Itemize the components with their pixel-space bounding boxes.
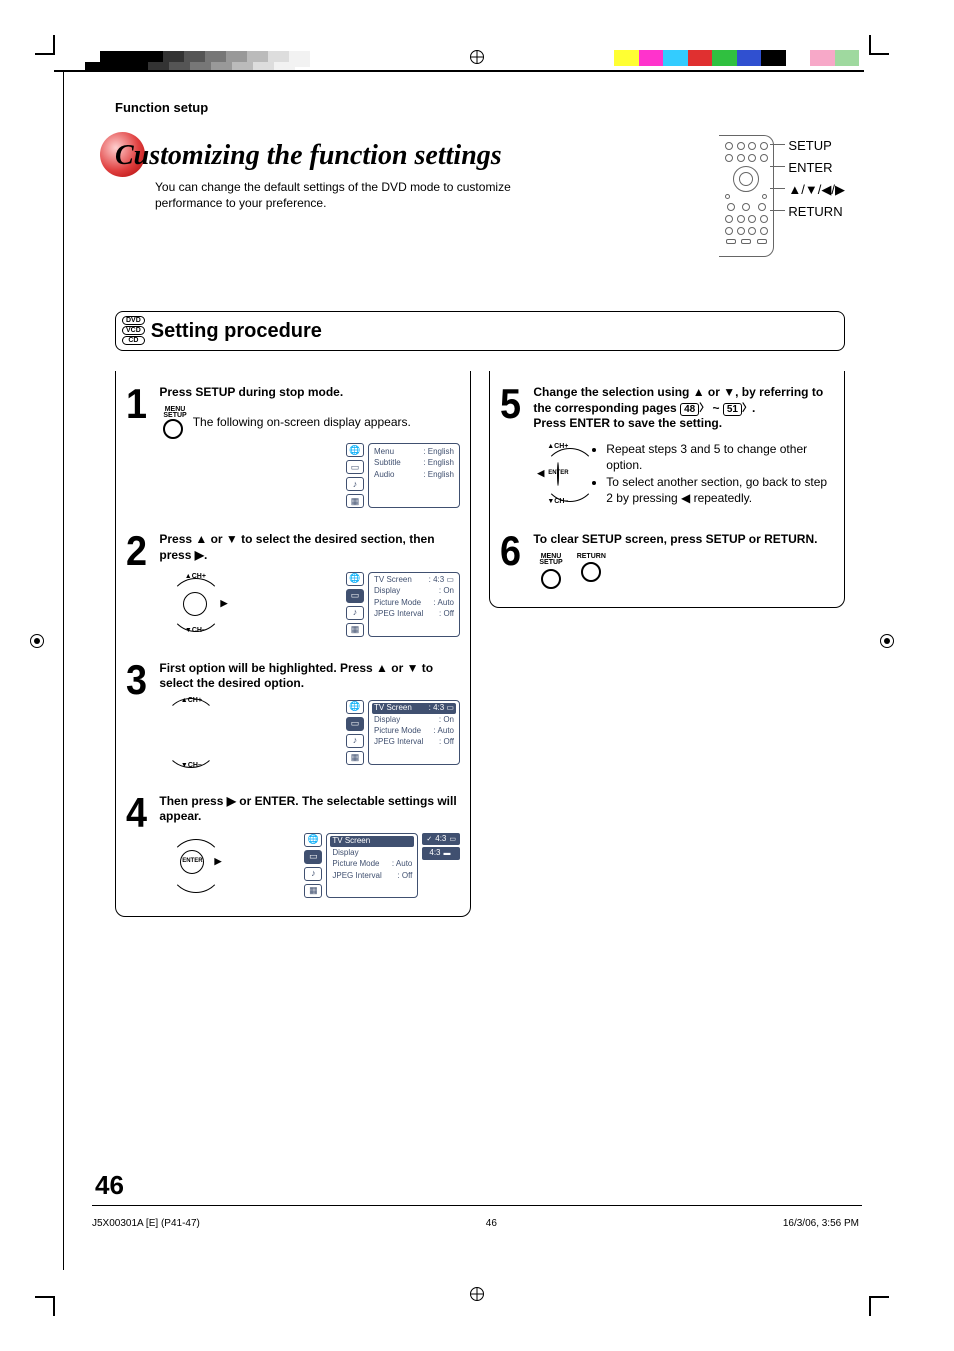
page-number: 46 [95,1170,124,1201]
dpad-down-icon: ▼CH– [161,742,221,768]
registration-dot-icon [30,634,44,648]
dpad-icon: ▲CH+ ENTER ◀ ▼CH– [539,444,576,504]
picture-icon: ▭ [346,717,364,731]
picture-icon: ▭ [346,589,364,603]
button-label: MENU SETUP [163,407,186,420]
step-number: 3 [126,661,147,770]
step-lead: Press ▲ or ▼ to select the desired secti… [159,532,460,563]
parental-icon: ▦ [346,494,364,508]
step-lead: Then press ▶ or ENTER. The selectable se… [159,794,460,825]
picture-icon: ▭ [304,850,322,864]
setup-button-icon [163,419,183,439]
audio-icon: ♪ [346,734,364,748]
button-label: MENU SETUP [539,554,562,567]
step-lead: Press SETUP during stop mode. [159,385,460,401]
globe-icon: 🌐 [346,443,364,457]
parental-icon: ▦ [304,884,322,898]
footer-right: 16/3/06, 3:56 PM [783,1218,859,1229]
registration-mark-icon [470,50,484,64]
osd-menu: 🌐 ▭ ♪ ▦ TV Screen: 4:3 ▭Display: OnPictu… [346,572,460,637]
footer-center: 46 [486,1218,497,1229]
picture-icon: ▭ [346,460,364,474]
step-number: 1 [126,385,147,508]
button-label: RETURN [577,554,606,560]
registration-dot-icon [880,634,894,648]
dpad-icon: ▲CH+ ▶ ▼CH– [165,574,225,634]
step-number: 4 [126,794,147,898]
section-label: Function setup [115,100,845,115]
registration-mark-icon [470,1287,484,1301]
step-number: 2 [126,532,147,636]
parental-icon: ▦ [346,751,364,765]
footer-left: J5X00301A [E] (P41-47) [92,1218,200,1229]
osd-menu: 🌐 ▭ ♪ ▦ Menu: EnglishSubtitle: EnglishAu… [346,443,460,508]
step-lead: To clear SETUP screen, press SETUP or RE… [533,532,834,548]
dpad-enter-icon: ENTER ▶ [165,835,219,889]
step-body: The following on-screen display appears. [193,415,411,431]
audio-icon: ♪ [304,867,322,881]
remote-label-arrows: ▲/▼/◀/▶ [788,179,845,201]
globe-icon: 🌐 [346,572,364,586]
page-subtitle: You can change the default settings of t… [155,180,555,211]
step-note: Repeat steps 3 and 5 to change other opt… [606,442,834,473]
step-lead: Change the selection using ▲ or ▼, by re… [533,385,834,432]
bottom-rule [92,1205,862,1206]
osd-menu: 🌐 ▭ ♪ ▦ TV Screen: 4:3 ▭Display: OnPictu… [346,700,460,765]
remote-label-return: RETURN [788,201,845,223]
return-button-icon [581,562,601,582]
osd-menu: 🌐 ▭ ♪ ▦ TV ScreenDisplayPicture Mode: Au… [304,833,460,898]
step-number: 6 [500,532,521,588]
procedure-heading: Setting procedure [151,320,322,343]
color-bar [614,50,859,66]
globe-icon: 🌐 [346,700,364,714]
step-note: To select another section, go back to st… [606,475,834,506]
globe-icon: 🌐 [304,833,322,847]
step-number: 5 [500,385,521,508]
step-lead: First option will be highlighted. Press … [159,661,460,692]
disc-type-badges: DVD VCD CD [122,316,145,346]
dpad-up-icon: ▲CH+ [161,698,221,724]
setup-button-icon [541,569,561,589]
parental-icon: ▦ [346,623,364,637]
page-title: Customizing the function settings [115,140,845,172]
inner-margin-line [63,70,64,1270]
audio-icon: ♪ [346,477,364,491]
top-rule [54,70,864,72]
audio-icon: ♪ [346,606,364,620]
